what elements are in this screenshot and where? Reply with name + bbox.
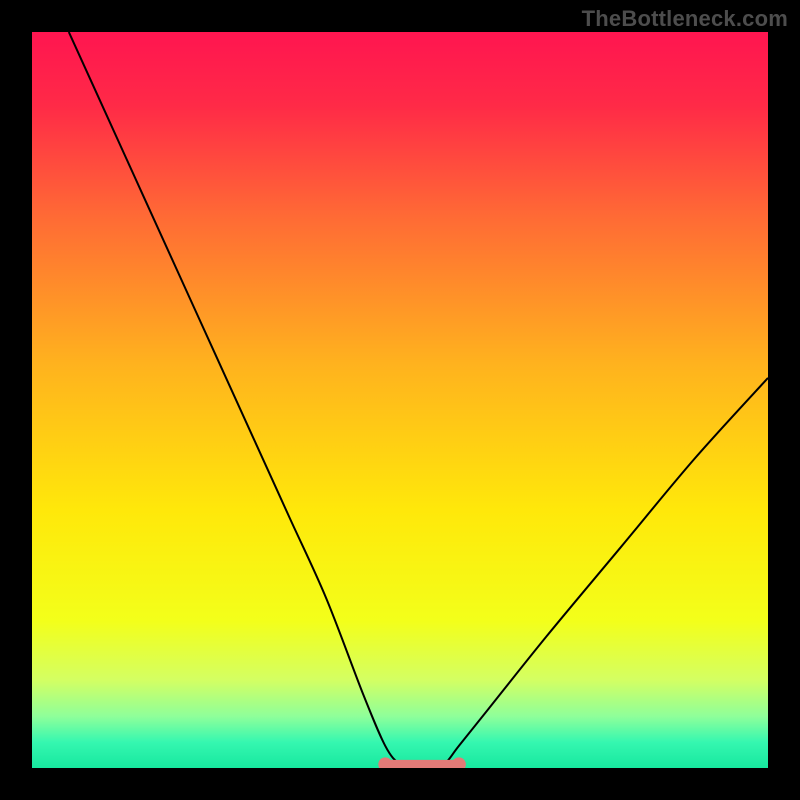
watermark-label: TheBottleneck.com xyxy=(582,6,788,32)
curve-layer xyxy=(32,32,768,768)
chart-frame: TheBottleneck.com xyxy=(0,0,800,800)
plot-area xyxy=(32,32,768,768)
bottleneck-curve xyxy=(69,32,768,768)
optimal-range-endpoint-right xyxy=(452,757,466,768)
optimal-range-endpoint-left xyxy=(378,757,392,768)
